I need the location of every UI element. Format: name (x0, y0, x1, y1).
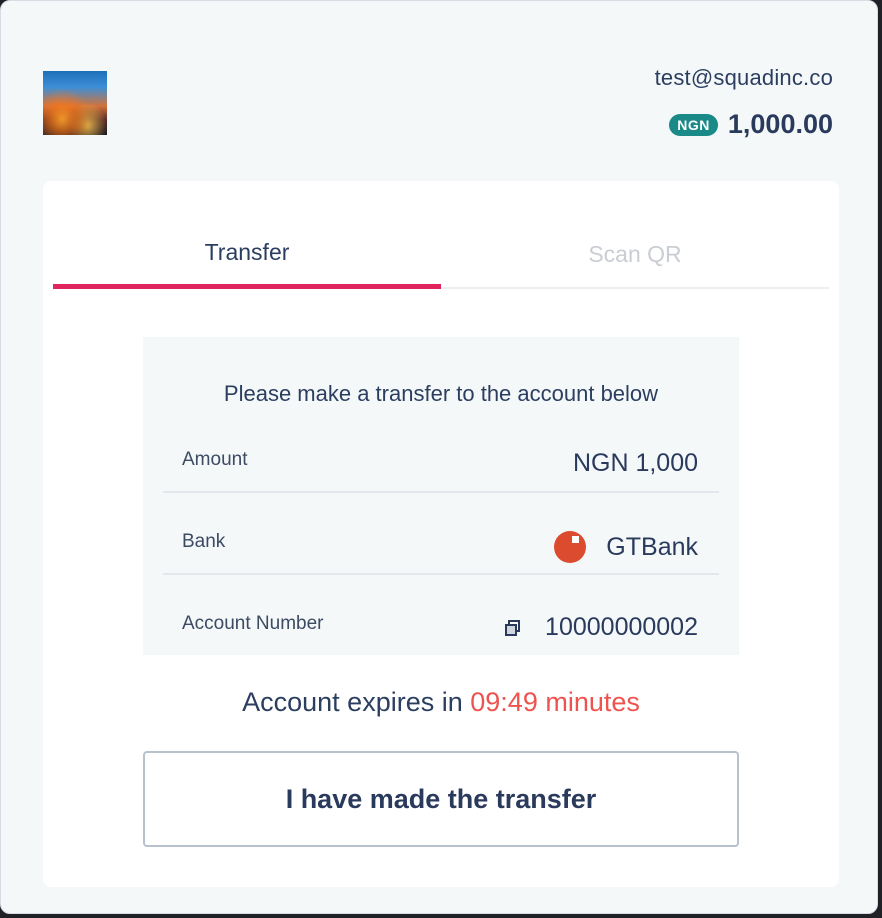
gtbank-logo-icon (554, 531, 587, 563)
bank-name: GTBank (606, 532, 698, 561)
account-number: 10000000002 (545, 613, 698, 641)
amount-value: NGN 1,000 (572, 449, 698, 477)
detail-row-amount: Amount NGN 1,000 (163, 411, 719, 493)
account-number-value: 10000000002 (505, 613, 698, 642)
tab-transfer[interactable]: Transfer (53, 239, 441, 266)
bank-value: GTBank (554, 531, 698, 563)
account-details-panel: Please make a transfer to the account be… (143, 337, 739, 655)
payment-modal: test@squadinc.co NGN 1,000.00 Transfer S… (0, 0, 878, 914)
detail-row-account-number: Account Number 10000000002 (163, 575, 719, 657)
confirm-transfer-button[interactable]: I have made the transfer (143, 751, 739, 847)
expiry-countdown: 09:49 minutes (470, 687, 640, 717)
total-amount: 1,000.00 (727, 109, 833, 139)
transfer-instruction: Please make a transfer to the account be… (223, 381, 659, 406)
amount-summary: NGN 1,000.00 (669, 109, 833, 140)
customer-email: test@squadinc.co (654, 65, 833, 90)
currency-badge: NGN (669, 113, 718, 136)
amount-label: Amount (182, 449, 248, 470)
active-tab-indicator (53, 284, 441, 289)
expiry-prefix: Account expires in (242, 687, 463, 717)
bank-label: Bank (182, 531, 226, 552)
payment-card: Transfer Scan QR Please make a transfer … (43, 181, 839, 887)
payment-method-tabs: Transfer Scan QR (53, 181, 829, 289)
copy-icon[interactable] (505, 619, 521, 636)
tab-scan-qr[interactable]: Scan QR (441, 241, 829, 268)
merchant-logo (43, 71, 107, 135)
account-number-label: Account Number (182, 613, 324, 634)
expiry-notice: Account expires in 09:49 minutes (43, 687, 839, 718)
detail-row-bank: Bank GTBank (163, 493, 719, 575)
